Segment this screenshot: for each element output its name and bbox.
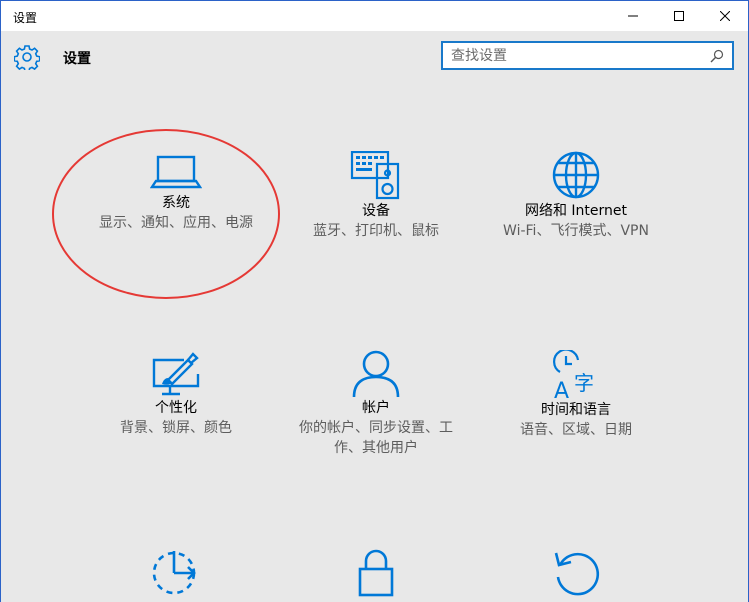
- tile-network-internet[interactable]: 网络和 Internet Wi-Fi、飞行模式、VPN: [481, 151, 671, 241]
- search-icon[interactable]: [710, 49, 724, 63]
- maximize-button[interactable]: [656, 1, 702, 31]
- tile-time-language[interactable]: A 字 时间和语言 语音、区域、日期: [481, 350, 671, 440]
- close-icon: [720, 11, 730, 21]
- tile-title: 系统: [162, 195, 190, 211]
- ease-of-access-icon: [152, 551, 196, 595]
- tile-description: 蓝牙、打印机、鼠标: [313, 223, 439, 239]
- tile-title: 时间和语言: [541, 402, 611, 418]
- tile-ease-of-access[interactable]: [81, 547, 271, 597]
- lock-icon: [358, 549, 394, 597]
- maximize-icon: [674, 11, 684, 21]
- globe-icon: [552, 151, 600, 199]
- tile-description: 显示、通知、应用、电源: [99, 215, 253, 231]
- search-box[interactable]: [441, 41, 734, 70]
- tile-system[interactable]: 系统 显示、通知、应用、电源: [81, 151, 271, 233]
- tile-description: 背景、锁屏、颜色: [120, 420, 232, 436]
- tile-privacy[interactable]: [281, 547, 471, 597]
- settings-window: 设置 设置 系统 显示、通知、应用、电源: [0, 0, 749, 602]
- tile-personalization[interactable]: 个性化 背景、锁屏、颜色: [81, 350, 271, 438]
- tile-update-security[interactable]: [481, 547, 671, 597]
- page-title: 设置: [63, 51, 91, 67]
- tile-devices[interactable]: 设备 蓝牙、打印机、鼠标: [281, 151, 471, 241]
- tile-description: Wi-Fi、飞行模式、VPN: [503, 223, 649, 239]
- time-language-icon: A 字: [553, 350, 594, 400]
- tile-title: 帐户: [362, 400, 390, 416]
- tile-description: 语音、区域、日期: [520, 422, 632, 438]
- devices-icon: [350, 151, 400, 200]
- svg-text:A: A: [554, 379, 569, 400]
- gear-icon: [14, 45, 40, 70]
- tile-title: 个性化: [155, 400, 197, 416]
- svg-text:字: 字: [574, 371, 594, 395]
- tile-title: 网络和 Internet: [524, 203, 628, 219]
- tile-accounts[interactable]: 帐户 你的帐户、同步设置、工作、其他用户: [281, 350, 471, 458]
- title-bar: 设置: [1, 1, 748, 31]
- tile-description: 你的帐户、同步设置、工作、其他用户: [299, 420, 453, 456]
- tile-title: 设备: [362, 203, 390, 219]
- minimize-button[interactable]: [610, 1, 656, 31]
- close-button[interactable]: [702, 1, 748, 31]
- laptop-icon: [150, 155, 202, 189]
- person-icon: [352, 350, 400, 398]
- minimize-icon: [628, 15, 638, 17]
- update-icon: [554, 552, 600, 596]
- personalization-icon: [152, 352, 200, 396]
- search-input[interactable]: [451, 47, 701, 65]
- window-title: 设置: [13, 11, 38, 25]
